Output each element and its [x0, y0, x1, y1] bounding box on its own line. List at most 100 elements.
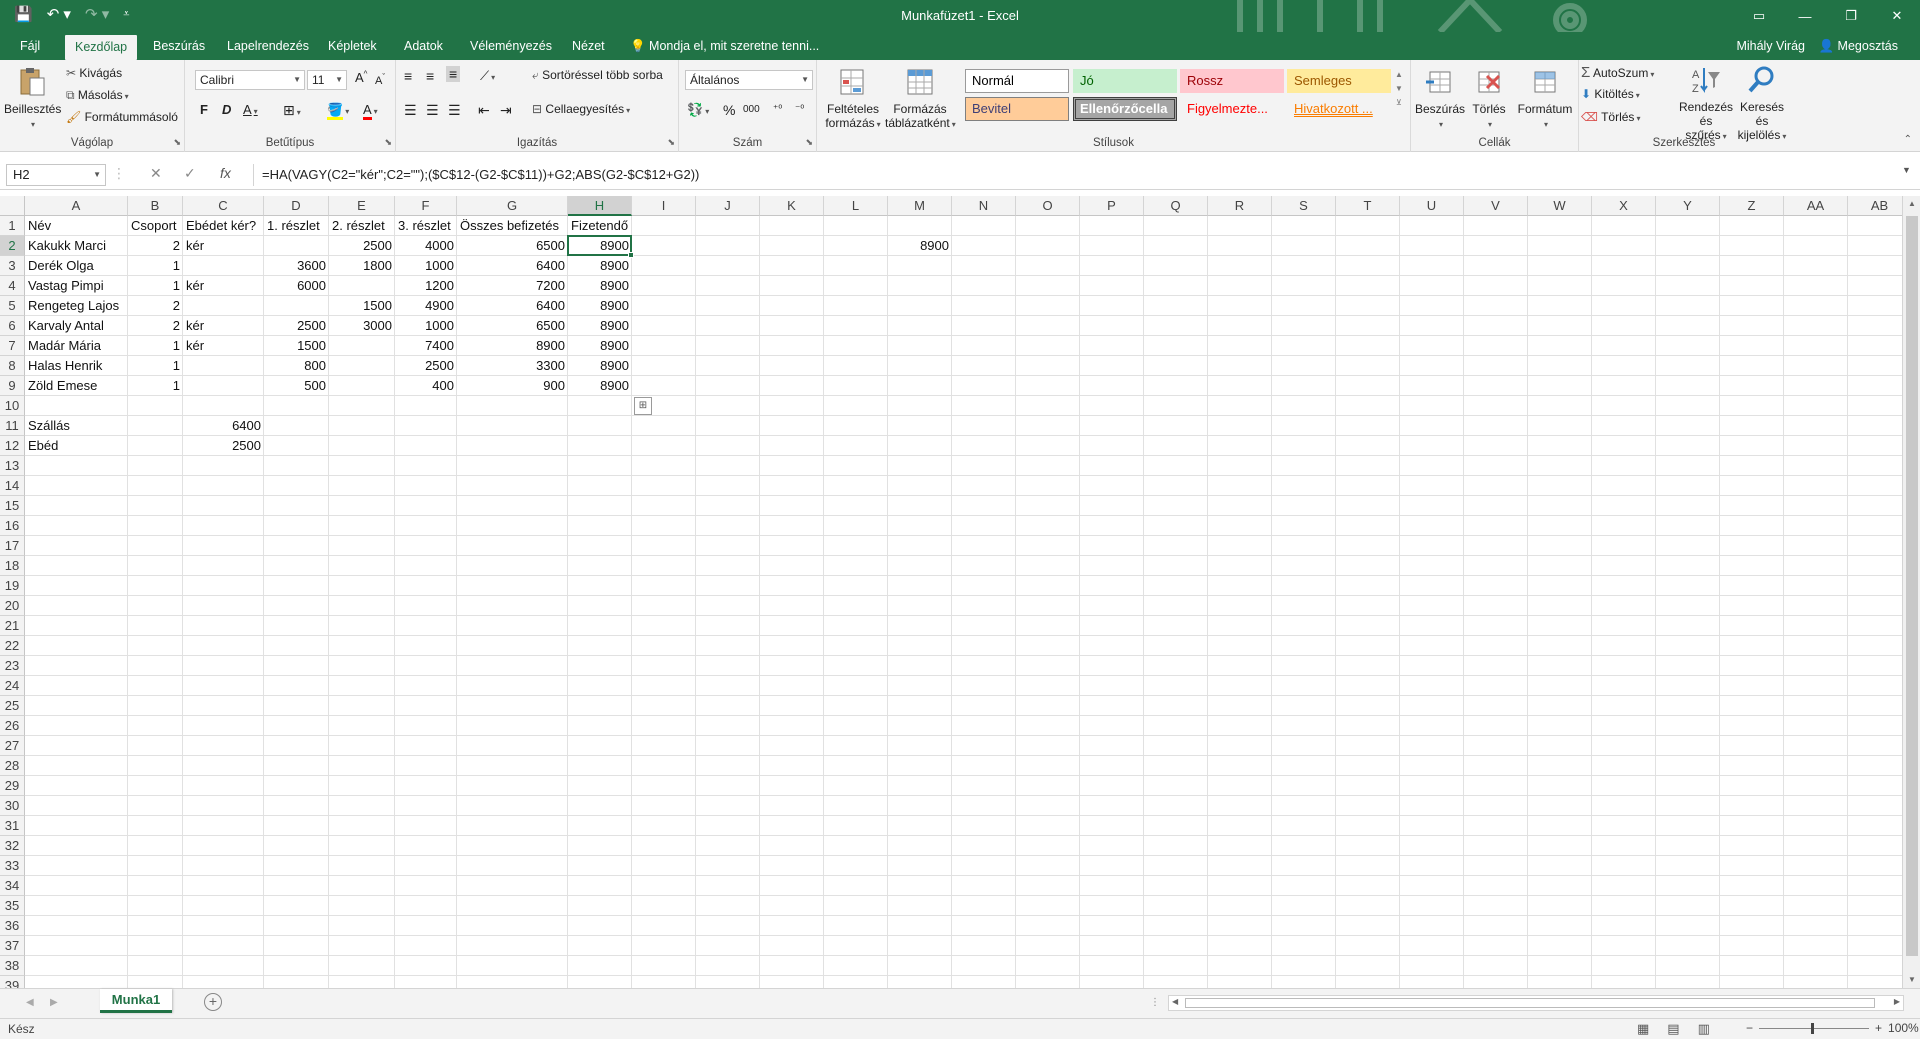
cell-g6[interactable]: 6500	[457, 316, 568, 336]
formula-input[interactable]: =HA(VAGY(C2="kér";C2="");($C$12-(G2-$C$1…	[253, 164, 1903, 186]
cell-c6[interactable]: kér	[183, 316, 264, 336]
undo-icon[interactable]: ↶ ▾	[47, 5, 71, 23]
cell-e1[interactable]: 2. részlet	[329, 216, 395, 236]
increase-font-button[interactable]: A^	[355, 70, 367, 85]
page-layout-view-icon[interactable]: ▤	[1667, 1021, 1679, 1037]
column-header-k[interactable]: K	[760, 196, 824, 216]
cell-f2[interactable]: 4000	[395, 236, 457, 256]
column-header-i[interactable]: I	[632, 196, 696, 216]
conditional-formatting-button[interactable]: Feltételes formázás ▾	[825, 66, 881, 132]
dialog-launcher-icon[interactable]: ⬊	[667, 137, 675, 148]
cell-a4[interactable]: Vastag Pimpi	[25, 276, 128, 296]
style-cell-check[interactable]: Ellenőrzőcella	[1073, 97, 1177, 121]
cell-f6[interactable]: 1000	[395, 316, 457, 336]
cell-f5[interactable]: 4900	[395, 296, 457, 316]
insert-function-icon[interactable]: fx	[220, 165, 231, 181]
select-all-corner[interactable]	[0, 196, 25, 216]
decrease-indent-button[interactable]: ⇤	[478, 102, 490, 119]
style-cell-good[interactable]: Jó	[1073, 69, 1177, 93]
cancel-formula-icon[interactable]: ✕	[150, 165, 162, 182]
tab-insert[interactable]: Beszúrás	[143, 32, 215, 60]
cell-h4[interactable]: 8900	[568, 276, 632, 296]
tab-file[interactable]: Fájl	[10, 32, 50, 60]
zoom-out-icon[interactable]: −	[1746, 1021, 1753, 1035]
fill-handle[interactable]	[628, 252, 634, 258]
cell-h8[interactable]: 8900	[568, 356, 632, 376]
cell-f3[interactable]: 1000	[395, 256, 457, 276]
column-header-p[interactable]: P	[1080, 196, 1144, 216]
cell-h3[interactable]: 8900	[568, 256, 632, 276]
align-middle-button[interactable]: ≡	[426, 68, 434, 84]
column-header-f[interactable]: F	[395, 196, 457, 216]
font-family-select[interactable]: Calibri ▼	[195, 70, 305, 90]
cell-g8[interactable]: 3300	[457, 356, 568, 376]
tab-page-layout[interactable]: Lapelrendezés	[217, 32, 319, 60]
column-header-z[interactable]: Z	[1720, 196, 1784, 216]
share-button[interactable]: 👤 Megosztás	[1819, 32, 1899, 60]
column-header-o[interactable]: O	[1016, 196, 1080, 216]
save-icon[interactable]: 💾	[14, 5, 33, 23]
insert-cells-button[interactable]: Beszúrás ▾	[1415, 66, 1465, 132]
row-header-18[interactable]: 18	[0, 556, 25, 576]
row-header-13[interactable]: 13	[0, 456, 25, 476]
decrease-decimal-button[interactable]: ⁻⁰	[795, 104, 804, 115]
cell-b7[interactable]: 1	[128, 336, 183, 356]
row-header-37[interactable]: 37	[0, 936, 25, 956]
column-header-c[interactable]: C	[183, 196, 264, 216]
zoom-slider[interactable]	[1759, 1022, 1870, 1034]
style-cell-neutral[interactable]: Semleges	[1287, 69, 1391, 93]
row-header-35[interactable]: 35	[0, 896, 25, 916]
row-header-7[interactable]: 7	[0, 336, 25, 356]
row-header-30[interactable]: 30	[0, 796, 25, 816]
scroll-down-icon[interactable]: ▼	[1903, 972, 1920, 988]
cell-a2[interactable]: Kakukk Marci	[25, 236, 128, 256]
cell-h6[interactable]: 8900	[568, 316, 632, 336]
cell-d4[interactable]: 6000	[264, 276, 329, 296]
italic-button[interactable]: D	[222, 102, 231, 117]
user-name[interactable]: Mihály Virág	[1736, 32, 1805, 60]
row-header-36[interactable]: 36	[0, 916, 25, 936]
styles-gallery-scroll[interactable]: ▲ ▼ ⊻	[1395, 68, 1403, 110]
accounting-format-button[interactable]: 💱 ▾	[687, 102, 709, 118]
cell-a8[interactable]: Halas Henrik	[25, 356, 128, 376]
cell-b8[interactable]: 1	[128, 356, 183, 376]
tab-formulas[interactable]: Képletek	[318, 32, 387, 60]
column-header-q[interactable]: Q	[1144, 196, 1208, 216]
vertical-scrollbar[interactable]: ▲ ▼	[1902, 196, 1920, 988]
align-left-button[interactable]: ☰	[404, 102, 417, 119]
row-header-14[interactable]: 14	[0, 476, 25, 496]
cell-a12[interactable]: Ebéd	[25, 436, 128, 456]
zoom-slider-knob[interactable]	[1811, 1022, 1815, 1034]
cell-c2[interactable]: kér	[183, 236, 264, 256]
scrollbar-thumb[interactable]	[1906, 216, 1918, 956]
column-header-t[interactable]: T	[1336, 196, 1400, 216]
percent-style-button[interactable]: %	[723, 102, 735, 118]
worksheet-grid[interactable]: A B C D E F G H I J K L M N O P Q R S T U V W X Y Z AA AB 1 2 3 4 5 6 7 8 9 1…	[0, 196, 1902, 988]
tell-me-box[interactable]: 💡 Mondja el, mit szeretne tenni...	[630, 32, 819, 60]
cell-h5[interactable]: 8900	[568, 296, 632, 316]
merge-center-button[interactable]: ⊟ Cellaegyesítés ▾	[532, 102, 630, 116]
bold-button[interactable]: F	[200, 102, 208, 117]
cell-d8[interactable]: 800	[264, 356, 329, 376]
column-header-y[interactable]: Y	[1656, 196, 1720, 216]
row-header-4[interactable]: 4	[0, 276, 25, 296]
fill-color-button[interactable]: 🪣 ▾	[327, 102, 349, 120]
cell-b1[interactable]: Csoport	[128, 216, 183, 236]
cell-a5[interactable]: Rengeteg Lajos	[25, 296, 128, 316]
style-cell-bad[interactable]: Rossz	[1180, 69, 1284, 93]
row-header-38[interactable]: 38	[0, 956, 25, 976]
cell-h7[interactable]: 8900	[568, 336, 632, 356]
row-header-27[interactable]: 27	[0, 736, 25, 756]
cell-a3[interactable]: Derék Olga	[25, 256, 128, 276]
row-header-3[interactable]: 3	[0, 256, 25, 276]
restore-button[interactable]: ❐	[1828, 0, 1874, 32]
column-header-r[interactable]: R	[1208, 196, 1272, 216]
cell-d3[interactable]: 3600	[264, 256, 329, 276]
horizontal-scrollbar[interactable]: ◀ ▶	[1168, 995, 1904, 1011]
row-header-23[interactable]: 23	[0, 656, 25, 676]
style-cell-warning[interactable]: Figyelmezte...	[1180, 97, 1284, 121]
column-header-h[interactable]: H	[568, 196, 632, 216]
orientation-button[interactable]: ⟋ ▾	[480, 68, 495, 84]
column-header-b[interactable]: B	[128, 196, 183, 216]
redo-icon[interactable]: ↷ ▾	[85, 5, 109, 23]
